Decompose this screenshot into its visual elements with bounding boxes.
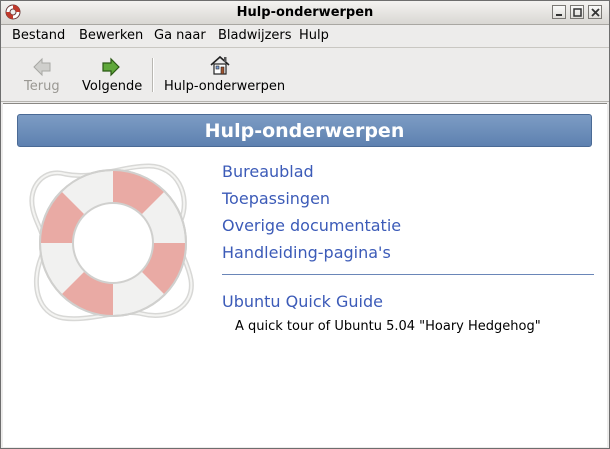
menu-bar: Bestand Bewerken Ga naar Bladwijzers Hul…: [1, 25, 609, 48]
forward-arrow-icon: [102, 57, 120, 77]
back-button[interactable]: Terug: [15, 48, 69, 101]
title-bar[interactable]: Hulp-onderwerpen: [1, 1, 609, 25]
lifebuoy-icon: [29, 163, 194, 322]
maximize-button[interactable]: [570, 5, 584, 19]
menu-hulp[interactable]: Hulp: [299, 28, 329, 43]
help-window: Hulp-onderwerpen Bestand Bewerken Ga naa…: [0, 0, 610, 449]
topic-link-handleiding-paginas[interactable]: Handleiding-pagina's: [222, 243, 391, 262]
page-header: Hulp-onderwerpen: [17, 114, 592, 147]
toolbar: Terug Volgende Hulp-onderwerpen: [1, 48, 609, 102]
forward-button[interactable]: Volgende: [79, 48, 145, 101]
section-divider: [222, 274, 594, 275]
window-title: Hulp-onderwerpen: [236, 5, 374, 20]
toolbar-separator: [152, 58, 154, 92]
topic-link-bureaublad[interactable]: Bureaublad: [222, 162, 314, 181]
minimize-button[interactable]: [552, 5, 566, 19]
close-icon: [591, 8, 600, 17]
menu-bladwijzers[interactable]: Bladwijzers: [218, 28, 292, 43]
ubuntu-quick-guide-link[interactable]: Ubuntu Quick Guide: [222, 292, 383, 311]
back-label: Terug: [24, 79, 60, 94]
home-button[interactable]: Hulp-onderwerpen: [161, 48, 286, 101]
close-button[interactable]: [588, 5, 602, 19]
topic-link-toepassingen[interactable]: Toepassingen: [222, 189, 330, 208]
help-content: Hulp-onderwerpen Bureaublad Toepassingen…: [3, 103, 607, 447]
home-label: Hulp-onderwerpen: [164, 79, 286, 94]
forward-label: Volgende: [82, 79, 143, 94]
menu-bewerken[interactable]: Bewerken: [79, 28, 143, 43]
back-arrow-icon: [33, 57, 51, 77]
topic-link-overige-documentatie[interactable]: Overige documentatie: [222, 216, 401, 235]
menu-ga-naar[interactable]: Ga naar: [154, 28, 206, 43]
menu-bestand[interactable]: Bestand: [12, 28, 65, 43]
maximize-icon: [573, 8, 582, 17]
quick-guide-description: A quick tour of Ubuntu 5.04 "Hoary Hedge…: [235, 319, 541, 334]
home-icon: [210, 55, 230, 75]
page-title: Hulp-onderwerpen: [204, 120, 405, 142]
minimize-icon: [556, 14, 562, 16]
